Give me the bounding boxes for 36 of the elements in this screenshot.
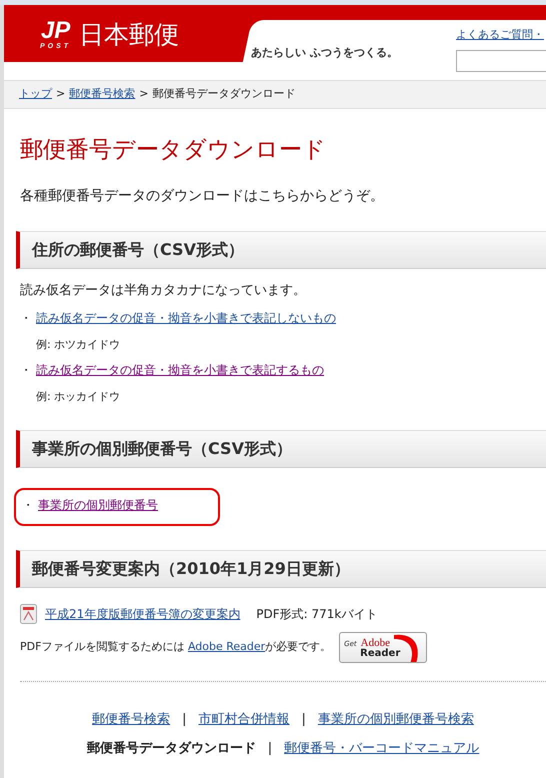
download-link[interactable]: 事業所の個別郵便番号 (38, 496, 158, 514)
breadcrumb-current: 郵便番号データダウンロード (152, 87, 296, 100)
footer-link[interactable]: 事業所の個別郵便番号検索 (318, 710, 474, 730)
bullet: ・ (20, 310, 32, 327)
download-link[interactable]: 読み仮名データの促音・拗音を小書きで表記するもの (36, 361, 324, 380)
logo-name[interactable]: 日本郵便 (79, 22, 180, 47)
section-heading: 事業所の個別郵便番号（CSV形式） (16, 430, 546, 468)
intro-text: 各種郵便番号データのダウンロードはこちらからどうぞ。 (20, 187, 385, 206)
footer-separator: | (182, 710, 186, 729)
faq-link[interactable]: よくあるご質問・ (456, 27, 546, 44)
breadcrumb-link[interactable]: トップ (19, 87, 52, 100)
section-heading: 郵便番号変更案内（2010年1月29日更新） (16, 550, 546, 588)
pdf-icon (20, 604, 37, 624)
footer-link[interactable]: 郵便番号・バーコードマニュアル (284, 739, 480, 759)
breadcrumb-link[interactable]: 郵便番号検索 (69, 87, 136, 100)
page-title: 郵便番号データダウンロード (20, 136, 327, 164)
note-text: 読み仮名データは半角カタカナになっています。 (20, 282, 307, 300)
footer-link[interactable]: 郵便番号検索 (92, 710, 170, 730)
search-field[interactable] (456, 50, 546, 72)
pdf-link[interactable]: 平成21年度版郵便番号簿の変更案内 (45, 604, 240, 623)
bullet: ・ (22, 496, 34, 514)
breadcrumb-separator: > (56, 87, 66, 100)
reader-note: PDFファイルを閲覧するためには Adobe Readerが必要です。 (20, 638, 332, 655)
tagline: あたらしい ふつうをつくる。 (251, 45, 398, 61)
adobe-reader-link[interactable]: Adobe Reader (188, 640, 266, 653)
download-link[interactable]: 読み仮名データの促音・拗音を小書きで表記しないもの (36, 308, 336, 327)
footer-link[interactable]: 市町村合併情報 (198, 710, 290, 730)
example-text: 例: ホツカイドウ (36, 336, 122, 353)
section-heading: 住所の郵便番号（CSV形式） (16, 231, 546, 270)
example-text: 例: ホッカイドウ (36, 389, 122, 406)
file-size-text: PDF形式: 771kバイト (256, 606, 378, 623)
bullet: ・ (20, 362, 32, 380)
breadcrumb-separator: > (139, 87, 148, 100)
footer-separator: | (268, 740, 272, 758)
footer-current: 郵便番号データダウンロード (86, 740, 256, 758)
footer-separator: | (302, 710, 306, 729)
